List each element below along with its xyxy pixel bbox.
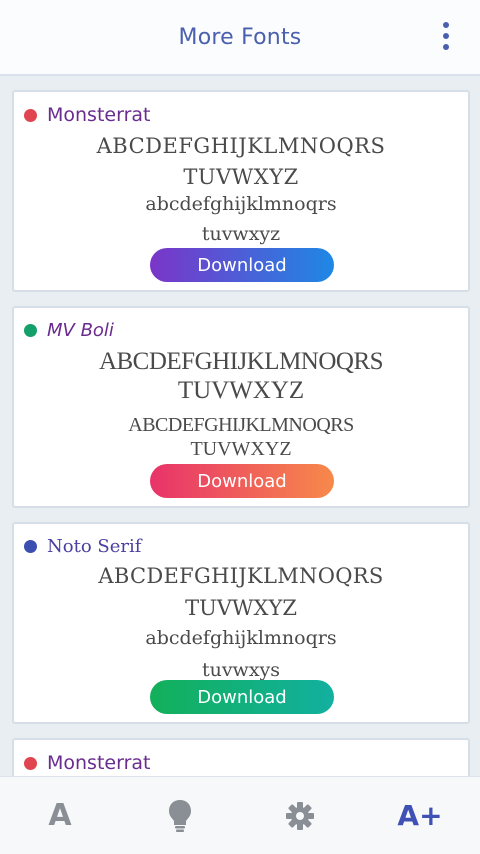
sample-uppercase-cont: TUVWXYZ — [185, 596, 297, 620]
more-vert-icon — [443, 22, 449, 28]
download-button[interactable]: Download — [150, 248, 334, 282]
font-card-noto-serif: Noto Serif ABCDEFGHIJKLMNOQRS TUVWXYZ ab… — [12, 522, 470, 724]
sample-uppercase: ABCDEFGHIJKLMNOQRS — [96, 134, 386, 158]
sample-uppercase: ABCDEFGHIJKLMNOQRS — [98, 564, 384, 588]
font-name: Noto Serif — [47, 536, 142, 557]
sample-uppercase-small-cont: TUVWXYZ — [190, 438, 292, 460]
bottom-navigation: A A+ — [0, 776, 480, 854]
sample-lowercase-cont: tuvwxys — [201, 659, 281, 681]
overflow-menu-button[interactable] — [436, 22, 456, 50]
gear-icon — [286, 801, 314, 830]
sample-lowercase: abcdefghijklmnoqrs — [145, 627, 337, 649]
sample-uppercase-cont: TUVWXYZ — [177, 377, 305, 404]
font-card-header: Monsterrat — [24, 104, 150, 126]
font-list[interactable]: Monsterrat ABCDEFGHIJKLMNOQRS TUVWXYZ ab… — [0, 78, 480, 776]
page-title: More Fonts — [178, 24, 302, 50]
nav-more-fonts[interactable]: A+ — [360, 777, 480, 854]
font-card-mv-boli: MV Boli ABCDEFGHIJKLMNOQRS TUVWXYZ ABCDE… — [12, 306, 470, 508]
font-card-monsterrat: Monsterrat ABCDEFGHIJKLMNOQRS TUVWXYZ ab… — [12, 90, 470, 292]
lightbulb-icon — [169, 799, 191, 832]
download-button[interactable]: Download — [150, 680, 334, 714]
color-dot — [24, 540, 37, 553]
font-card-header: Monsterrat — [24, 752, 150, 774]
font-plus-icon: A+ — [397, 799, 443, 832]
font-name: Monsterrat — [47, 752, 151, 774]
nav-fonts[interactable]: A — [0, 777, 120, 854]
color-dot — [24, 324, 37, 337]
more-vert-dot — [443, 44, 449, 50]
nav-tips[interactable] — [120, 777, 240, 854]
sample-lowercase: abcdefghijklmnoqrs — [145, 193, 337, 215]
sample-lowercase-cont: tuvwxyz — [201, 223, 281, 245]
app-bar: More Fonts — [0, 0, 480, 76]
nav-settings[interactable] — [240, 777, 360, 854]
color-dot — [24, 108, 37, 122]
font-name: Monsterrat — [47, 104, 151, 126]
font-card-header: Noto Serif — [24, 536, 141, 557]
font-letter-icon: A — [48, 798, 72, 833]
font-card-header: MV Boli — [24, 320, 114, 341]
more-vert-dot — [443, 33, 449, 39]
color-dot — [24, 756, 37, 770]
download-button[interactable]: Download — [150, 464, 334, 498]
sample-uppercase-cont: TUVWXYZ — [183, 165, 299, 189]
sample-uppercase: ABCDEFGHIJKLMNOQRS — [98, 348, 384, 375]
font-card-monsterrat-2: Monsterrat — [12, 738, 470, 776]
font-name: MV Boli — [47, 320, 114, 341]
sample-uppercase-small: ABCDEFGHIJKLMNOQRS — [128, 414, 354, 436]
